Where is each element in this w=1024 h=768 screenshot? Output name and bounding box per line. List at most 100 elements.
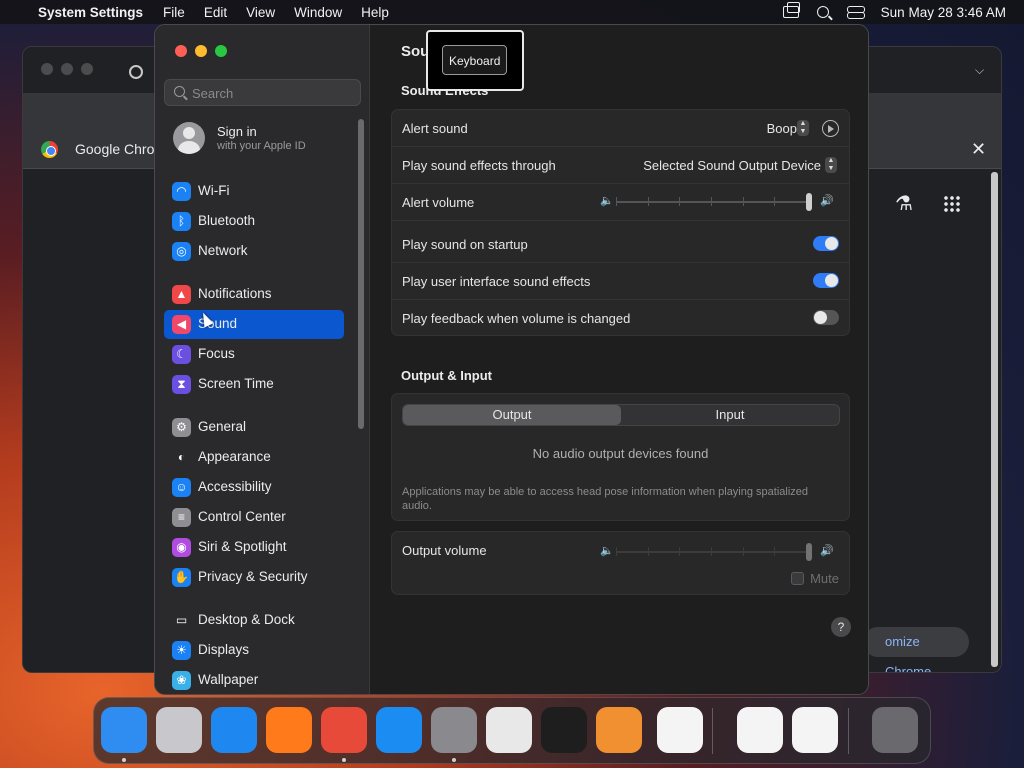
- tab-output[interactable]: Output: [403, 405, 621, 425]
- chrome-close-dot[interactable]: [41, 63, 53, 75]
- output-volume-slider[interactable]: [616, 542, 812, 562]
- slider-tick: [648, 547, 649, 556]
- alert-sound-value[interactable]: Boop: [767, 121, 797, 136]
- alert-volume-row: Alert volume 🔈 🔊: [392, 184, 849, 221]
- output-volume-group: Output volume 🔈 🔊 Mute: [391, 531, 850, 595]
- volume-feedback-toggle[interactable]: [813, 310, 839, 325]
- sidebar-item-displays[interactable]: ☀ Displays: [164, 636, 344, 665]
- dock-finder-icon[interactable]: [101, 707, 147, 753]
- window-close-button[interactable]: [175, 45, 187, 57]
- control-center-icon[interactable]: [846, 5, 865, 19]
- menu-view[interactable]: View: [246, 5, 275, 20]
- dock-firefox-icon[interactable]: [266, 707, 312, 753]
- chrome-minimize-dot[interactable]: [61, 63, 73, 75]
- gear-icon: ⚙: [172, 418, 191, 437]
- alert-volume-slider[interactable]: [616, 192, 812, 212]
- menu-window[interactable]: Window: [294, 5, 342, 20]
- speaker-high-icon: 🔊: [820, 545, 834, 557]
- dock-visual-studio-code-icon[interactable]: [657, 707, 703, 753]
- chrome-tab-favicon-icon[interactable]: [129, 65, 143, 79]
- output-input-tabs: Output Input: [402, 404, 840, 426]
- system-settings-window: Sign in with your Apple ID ◠ Wi-Fi ᛒ Blueto…: [154, 24, 869, 695]
- alert-sound-row: Alert sound Boop ▲ ▼: [392, 110, 849, 147]
- spotlight-search-icon[interactable]: [816, 6, 829, 18]
- google-apps-icon[interactable]: [943, 195, 961, 213]
- startup-sound-toggle[interactable]: [813, 236, 839, 251]
- sidebar-item-label: Control Center: [198, 509, 286, 524]
- sidebar-item-privacy-security[interactable]: ✋ Privacy & Security: [164, 563, 344, 592]
- mute-checkbox[interactable]: [791, 572, 804, 585]
- dock-garageband-icon[interactable]: [596, 707, 642, 753]
- menu-edit[interactable]: Edit: [204, 5, 227, 20]
- dock-photos-icon[interactable]: [792, 707, 838, 753]
- chrome-zoom-dot[interactable]: [81, 63, 93, 75]
- no-devices-message: No audio output devices found: [532, 446, 709, 461]
- sidebar-item-sound[interactable]: ◀ Sound: [164, 310, 344, 339]
- sidebar-item-screen-time[interactable]: ⧗ Screen Time: [164, 370, 344, 399]
- dock-separator: [712, 708, 713, 754]
- slider-track: [616, 551, 812, 553]
- dock-safari-icon[interactable]: [211, 707, 257, 753]
- sidebar-item-wi-fi[interactable]: ◠ Wi-Fi: [164, 177, 344, 206]
- alert-sound-stepper-icon[interactable]: ▲ ▼: [797, 120, 809, 136]
- help-button[interactable]: ?: [831, 617, 851, 637]
- chrome-scrollbar[interactable]: [991, 172, 998, 667]
- startup-sound-label: Play sound on startup: [402, 237, 528, 252]
- output-volume-label: Output volume: [402, 543, 487, 558]
- globe-icon: ◎: [172, 242, 191, 261]
- window-zoom-button[interactable]: [215, 45, 227, 57]
- volume-feedback-label: Play feedback when volume is changed: [402, 311, 631, 326]
- sidebar-item-notifications[interactable]: ▲ Notifications: [164, 280, 344, 309]
- dock-system-settings-icon[interactable]: [431, 707, 477, 753]
- slider-knob[interactable]: [806, 543, 812, 561]
- dock-textedit-icon[interactable]: [486, 707, 532, 753]
- close-icon[interactable]: ✕: [971, 139, 986, 160]
- sidebar-item-accessibility[interactable]: ☺ Accessibility: [164, 473, 344, 502]
- labs-flask-icon[interactable]: ⚗: [895, 191, 913, 216]
- menu-clock[interactable]: Sun May 28 3:46 AM: [881, 5, 1006, 20]
- app-menu[interactable]: System Settings: [38, 5, 143, 20]
- tab-input[interactable]: Input: [621, 405, 839, 425]
- sidebar-item-wallpaper[interactable]: ❀ Wallpaper: [164, 666, 344, 694]
- window-minimize-button[interactable]: [195, 45, 207, 57]
- speaker-high-icon: 🔊: [820, 195, 834, 207]
- play-alert-icon[interactable]: [822, 120, 839, 137]
- sidebar-item-general[interactable]: ⚙ General: [164, 413, 344, 442]
- play-through-stepper-icon[interactable]: ▲ ▼: [825, 157, 837, 173]
- sidebar-item-siri-spotlight[interactable]: ◉ Siri & Spotlight: [164, 533, 344, 562]
- search-input[interactable]: [192, 83, 352, 103]
- customize-chrome-button[interactable]: omize Chrome: [863, 627, 969, 672]
- bell-icon: ▲: [172, 285, 191, 304]
- sidebar-item-desktop-dock[interactable]: ▭ Desktop & Dock: [164, 606, 344, 635]
- sidebar-search[interactable]: [164, 79, 361, 106]
- ui-effects-toggle[interactable]: [813, 273, 839, 288]
- play-through-value[interactable]: Selected Sound Output Device: [643, 158, 821, 173]
- sidebar-item-bluetooth[interactable]: ᛒ Bluetooth: [164, 207, 344, 236]
- chrome-logo-icon: [41, 141, 58, 158]
- sidebar-item-control-center[interactable]: ≡ Control Center: [164, 503, 344, 532]
- dock-visual-studio-icon[interactable]: [737, 707, 783, 753]
- accessibility-icon: ☺: [172, 478, 191, 497]
- sidebar-item-network[interactable]: ◎ Network: [164, 237, 344, 266]
- sidebar-scrollbar[interactable]: [358, 119, 364, 429]
- tooltip-text: Keyboard: [442, 45, 508, 75]
- sidebar-item-label: Displays: [198, 642, 250, 657]
- ui-effects-row: Play user interface sound effects: [392, 263, 849, 300]
- menu-help[interactable]: Help: [361, 5, 389, 20]
- chevron-down-icon[interactable]: ⌵: [975, 63, 984, 78]
- output-input-header: Output & Input: [401, 368, 492, 383]
- dock-trash-icon[interactable]: [872, 707, 918, 753]
- sidebar-item-appearance[interactable]: ◐ Appearance: [164, 443, 344, 472]
- dock-chrome-icon[interactable]: [321, 707, 367, 753]
- slider-knob[interactable]: [806, 193, 812, 211]
- dock-app-store-icon[interactable]: [376, 707, 422, 753]
- menu-file[interactable]: File: [163, 5, 185, 20]
- dock-launchpad-icon[interactable]: [156, 707, 202, 753]
- dock-terminal-icon[interactable]: [541, 707, 587, 753]
- slider-tick: [711, 547, 712, 556]
- sidebar-item-focus[interactable]: ☾ Focus: [164, 340, 344, 369]
- slider-tick: [743, 547, 744, 556]
- sidebar-item-label: Privacy & Security: [198, 569, 308, 584]
- screen-mirroring-icon[interactable]: [782, 2, 800, 18]
- apple-id-signin[interactable]: Sign in with your Apple ID: [164, 117, 354, 161]
